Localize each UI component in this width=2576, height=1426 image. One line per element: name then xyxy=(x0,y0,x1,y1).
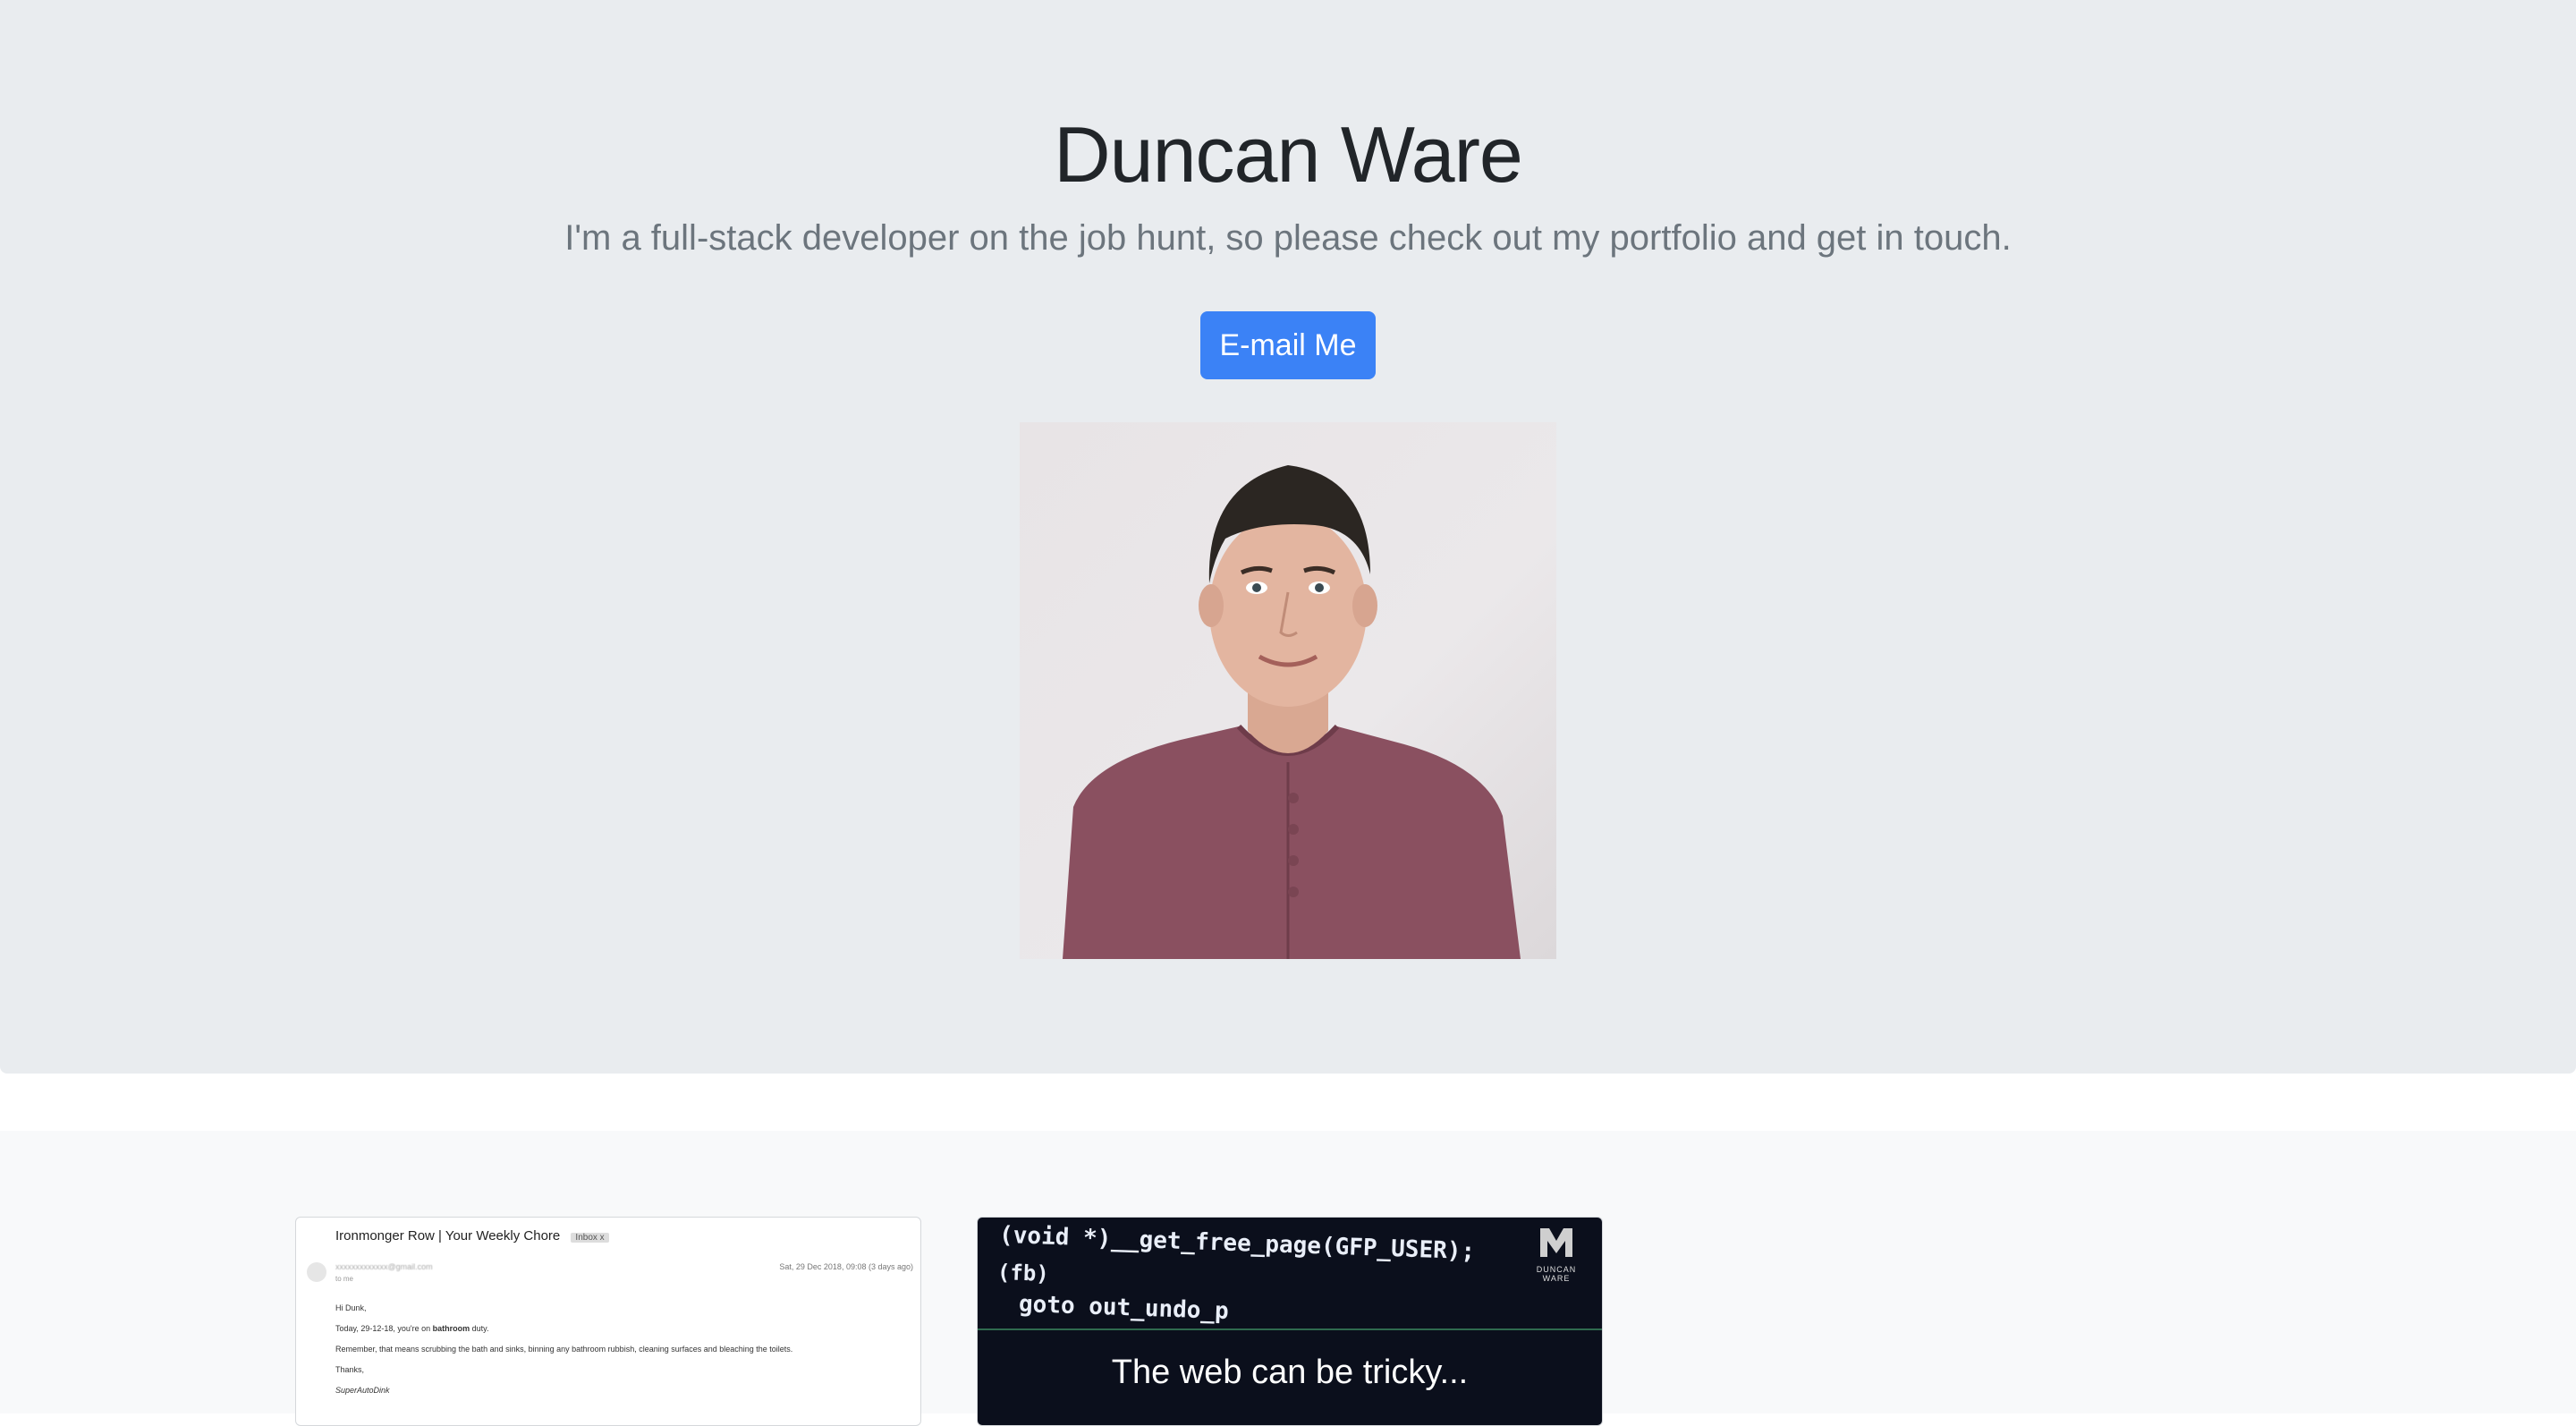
email-me-button[interactable]: E-mail Me xyxy=(1200,311,1376,379)
code-line-3: goto out_undo_p xyxy=(1018,1290,1230,1326)
brand-name: DUNCAN WARE xyxy=(1536,1265,1577,1283)
video-caption: The web can be tricky... xyxy=(1111,1354,1469,1391)
hero-section: Duncan Ware I'm a full-stack developer o… xyxy=(0,0,2576,1074)
profile-illustration xyxy=(1063,465,1521,959)
inbox-tag: Inbox x xyxy=(571,1233,609,1243)
email-line-1: Today, 29-12-18, you're on bathroom duty… xyxy=(335,1319,792,1339)
logo-icon xyxy=(1540,1228,1572,1257)
portfolio-card-web-tricky[interactable]: (void *)__get_free_page(GFP_USER); (fb) … xyxy=(977,1217,1603,1426)
hero-tagline: I'm a full-stack developer on the job hu… xyxy=(564,218,2012,258)
email-line-1-bold: bathroom xyxy=(432,1324,470,1333)
email-signature: SuperAutoDink xyxy=(335,1380,792,1401)
email-sender: xxxxxxxxxxxxx@gmail.com xyxy=(335,1262,433,1271)
code-line-1: (void *)__get_free_page(GFP_USER); xyxy=(998,1221,1476,1266)
email-line-1-prefix: Today, 29-12-18, you're on xyxy=(335,1324,433,1333)
email-recipient: to me xyxy=(335,1275,354,1283)
email-subject-text: Ironmonger Row | Your Weekly Chore xyxy=(335,1228,561,1244)
email-thanks: Thanks, xyxy=(335,1365,365,1374)
page-title: Duncan Ware xyxy=(1054,110,1523,199)
email-subject: Ironmonger Row | Your Weekly Chore Inbox… xyxy=(335,1228,609,1244)
email-body: Hi Dunk, Today, 29-12-18, you're on bath… xyxy=(335,1298,792,1401)
profile-photo xyxy=(1020,422,1556,959)
divider xyxy=(978,1328,1602,1330)
portfolio-card-chore-email[interactable]: Ironmonger Row | Your Weekly Chore Inbox… xyxy=(295,1217,921,1426)
avatar xyxy=(307,1262,326,1282)
email-line-2: Remember, that means scrubbing the bath … xyxy=(335,1345,793,1354)
email-line-1-suffix: duty. xyxy=(470,1324,489,1333)
email-greeting: Hi Dunk, xyxy=(335,1303,367,1312)
email-date: Sat, 29 Dec 2018, 09:08 (3 days ago) xyxy=(779,1262,913,1271)
code-line-2: (fb) xyxy=(996,1260,1050,1286)
email-signature-text: SuperAutoDink xyxy=(335,1386,390,1395)
brand-logo: DUNCAN WARE xyxy=(1525,1227,1588,1283)
